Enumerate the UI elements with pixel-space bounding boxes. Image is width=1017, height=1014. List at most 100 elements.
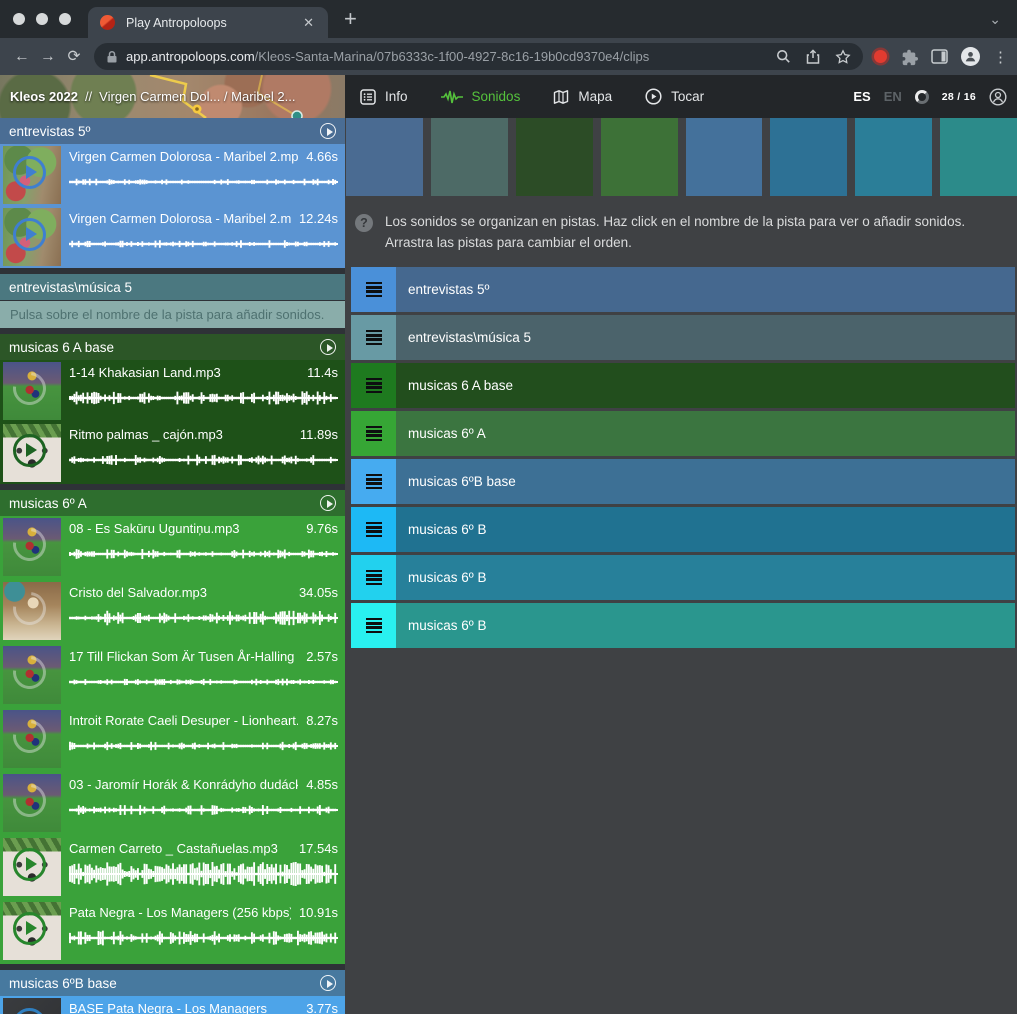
clip-waveform[interactable]: [69, 797, 338, 823]
play-overlay-icon[interactable]: [13, 912, 46, 945]
play-overlay-icon[interactable]: [6, 365, 52, 411]
track-row[interactable]: entrevistas 5º: [351, 267, 1015, 312]
sound-clip-item[interactable]: Pata Negra - Los Managers (256 kbps).mp3…: [0, 900, 345, 964]
clip-waveform[interactable]: [69, 231, 338, 257]
clip-waveform[interactable]: [69, 541, 338, 567]
track-row-bar[interactable]: musicas 6º B: [396, 507, 1015, 552]
track-color-swatch[interactable]: [346, 118, 423, 196]
clip-thumbnail[interactable]: [3, 902, 61, 960]
clip-waveform[interactable]: [69, 605, 338, 631]
window-zoom-button[interactable]: [59, 13, 71, 25]
reload-button[interactable]: ⟳: [61, 47, 87, 66]
lang-en-button[interactable]: EN: [884, 89, 902, 104]
track-color-swatch[interactable]: [855, 118, 932, 196]
clip-waveform[interactable]: [69, 385, 338, 411]
tab-search-chevron-icon[interactable]: ⌄: [989, 11, 1001, 28]
breadcrumb-track-path[interactable]: Virgen Carmen Dol... / Maribel 2...: [99, 89, 295, 104]
clip-waveform[interactable]: [69, 447, 338, 473]
profile-avatar[interactable]: [961, 47, 980, 66]
play-overlay-icon[interactable]: [13, 848, 46, 881]
sound-clip-item[interactable]: 08 - Es Sakūru Uguntiņu.mp3 9.76s: [0, 516, 345, 580]
clip-thumbnail[interactable]: [3, 774, 61, 832]
nav-tab-sonidos[interactable]: Sonidos: [441, 89, 521, 105]
clip-waveform[interactable]: [69, 925, 338, 951]
nav-tab-mapa[interactable]: Mapa: [553, 89, 612, 105]
track-row-bar[interactable]: entrevistas\música 5: [396, 315, 1015, 360]
sound-clip-item[interactable]: BASE Pata Negra - Los Managers 3.77s: [0, 996, 345, 1014]
section-play-all-icon[interactable]: [320, 975, 336, 991]
account-icon[interactable]: [989, 88, 1007, 106]
track-drag-handle[interactable]: [351, 411, 396, 456]
play-overlay-icon[interactable]: [13, 1008, 46, 1014]
play-overlay-icon[interactable]: [13, 218, 46, 251]
zoom-icon[interactable]: [776, 49, 791, 64]
browser-menu-icon[interactable]: ⋮: [993, 48, 1008, 66]
track-color-swatch[interactable]: [940, 118, 1017, 196]
track-drag-handle[interactable]: [351, 267, 396, 312]
play-overlay-icon[interactable]: [6, 585, 52, 631]
track-row[interactable]: musicas 6º B: [351, 507, 1015, 552]
track-color-swatch[interactable]: [516, 118, 593, 196]
clip-thumbnail[interactable]: [3, 518, 61, 576]
track-drag-handle[interactable]: [351, 315, 396, 360]
clip-waveform[interactable]: [69, 669, 338, 695]
track-row-bar[interactable]: musicas 6º A: [396, 411, 1015, 456]
share-icon[interactable]: [806, 49, 820, 65]
track-drag-handle[interactable]: [351, 507, 396, 552]
section-play-all-icon[interactable]: [320, 495, 336, 511]
clip-thumbnail[interactable]: [3, 710, 61, 768]
track-row[interactable]: entrevistas\música 5: [351, 315, 1015, 360]
recording-extension-icon[interactable]: [874, 50, 887, 63]
track-row[interactable]: musicas 6º B: [351, 555, 1015, 600]
track-color-swatch[interactable]: [770, 118, 847, 196]
sound-clip-item[interactable]: 17 Till Flickan Som Är Tusen År-Halling …: [0, 644, 345, 708]
breadcrumb[interactable]: Kleos 2022 // Virgen Carmen Dol... / Mar…: [0, 75, 345, 118]
breadcrumb-project[interactable]: Kleos 2022: [10, 89, 78, 104]
play-overlay-icon[interactable]: [6, 649, 52, 695]
section-play-all-icon[interactable]: [320, 123, 336, 139]
track-color-swatch[interactable]: [686, 118, 763, 196]
new-tab-button[interactable]: +: [344, 8, 357, 30]
track-drag-handle[interactable]: [351, 555, 396, 600]
clip-thumbnail[interactable]: [3, 646, 61, 704]
section-header[interactable]: entrevistas\música 5: [0, 274, 345, 300]
track-drag-handle[interactable]: [351, 363, 396, 408]
track-row[interactable]: musicas 6º B: [351, 603, 1015, 648]
section-header[interactable]: entrevistas 5º: [0, 118, 345, 144]
track-row[interactable]: musicas 6ºB base: [351, 459, 1015, 504]
window-controls[interactable]: [13, 13, 71, 25]
extensions-puzzle-icon[interactable]: [900, 48, 918, 66]
clip-waveform[interactable]: [69, 169, 338, 195]
window-minimize-button[interactable]: [36, 13, 48, 25]
section-header[interactable]: musicas 6º A: [0, 490, 345, 516]
track-color-swatch[interactable]: [431, 118, 508, 196]
side-panel-icon[interactable]: [931, 49, 948, 64]
play-overlay-icon[interactable]: [13, 434, 46, 467]
clip-thumbnail[interactable]: [3, 424, 61, 482]
section-header[interactable]: musicas 6 A base: [0, 334, 345, 360]
track-row-bar[interactable]: musicas 6º B: [396, 603, 1015, 648]
forward-button[interactable]: →: [35, 48, 61, 66]
bookmark-star-icon[interactable]: [835, 49, 851, 65]
sound-clip-item[interactable]: Virgen Carmen Dolorosa - Maribel 2.mp3 4…: [0, 144, 345, 206]
section-play-all-icon[interactable]: [320, 339, 336, 355]
sound-clip-item[interactable]: Cristo del Salvador.mp3 34.05s: [0, 580, 345, 644]
play-overlay-icon[interactable]: [6, 713, 52, 759]
nav-tab-tocar[interactable]: Tocar: [645, 88, 704, 105]
clip-thumbnail[interactable]: [3, 582, 61, 640]
play-overlay-icon[interactable]: [6, 777, 52, 823]
track-row-bar[interactable]: musicas 6ºB base: [396, 459, 1015, 504]
track-row-bar[interactable]: entrevistas 5º: [396, 267, 1015, 312]
clip-waveform[interactable]: [69, 733, 338, 759]
tab-close-icon[interactable]: ✕: [301, 15, 316, 31]
lang-es-button[interactable]: ES: [853, 89, 870, 104]
track-row[interactable]: musicas 6º A: [351, 411, 1015, 456]
address-bar[interactable]: app.antropoloops.com /Kleos-Santa-Marina…: [94, 43, 863, 70]
track-row-bar[interactable]: musicas 6º B: [396, 555, 1015, 600]
sound-clip-item[interactable]: Ritmo palmas _ cajón.mp3 11.89s: [0, 422, 345, 484]
track-row-bar[interactable]: musicas 6 A base: [396, 363, 1015, 408]
window-close-button[interactable]: [13, 13, 25, 25]
clip-thumbnail[interactable]: [3, 362, 61, 420]
sound-clip-item[interactable]: Virgen Carmen Dolorosa - Maribel 2.mp3 1…: [0, 206, 345, 268]
browser-tab[interactable]: Play Antropoloops ✕: [88, 7, 328, 38]
